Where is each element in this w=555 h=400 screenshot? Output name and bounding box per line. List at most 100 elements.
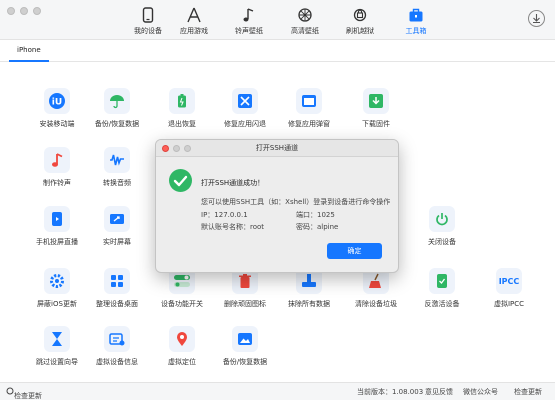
svg-text:iU: iU: [52, 98, 62, 108]
nav-ringtones[interactable]: 铃声壁纸: [219, 0, 279, 40]
ipcc-icon: IPCC: [496, 268, 522, 294]
user-row: 默认账号名称：root: [201, 222, 264, 232]
port-value: 1025: [317, 211, 335, 219]
minimize-window-button[interactable]: [20, 7, 28, 15]
status-left-label: 检查更新: [14, 392, 42, 400]
password-label: 密码：: [296, 223, 317, 231]
iu-logo-icon: iU: [44, 88, 70, 114]
dialog-close-button[interactable]: [162, 145, 169, 152]
download-icon: [533, 14, 540, 24]
tool-label: 虚拟IPCC: [493, 300, 525, 308]
phone-play-icon: [44, 206, 70, 232]
tool-item[interactable]: 虚拟定位: [147, 326, 217, 367]
ssh-dialog: 打开SSH通道 打开SSH通道成功！ 您可以使用SSH工具（如：Xshell）登…: [155, 139, 399, 273]
confirm-button[interactable]: 确定: [327, 243, 382, 259]
tool-item[interactable]: 整理设备桌面: [82, 268, 152, 309]
tab-iphone[interactable]: iPhone: [9, 40, 49, 62]
tool-label: 退出恢复: [168, 120, 196, 128]
nav-label: 工具箱: [405, 27, 427, 35]
power-icon: [429, 206, 455, 232]
tool-label: 虚拟设备信息: [96, 358, 138, 366]
tool-item[interactable]: 转换音频: [82, 147, 152, 188]
tool-item[interactable]: 抹除所有数据: [274, 268, 344, 309]
tool-label: 虚拟定位: [168, 358, 196, 366]
tool-label: 抹除所有数据: [288, 300, 330, 308]
dialog-instructions: 您可以使用SSH工具（如：Xshell）登录到设备进行命令操作: [201, 198, 391, 206]
ip-label: IP：: [201, 211, 215, 219]
download-icon: [363, 88, 389, 114]
tool-item[interactable]: 反激活设备: [407, 268, 477, 309]
password-value: alpine: [317, 223, 339, 231]
waveform-icon: [104, 147, 130, 173]
window-icon: [296, 88, 322, 114]
tool-item[interactable]: 备份/恢复数据: [210, 326, 280, 367]
battery-icon: [169, 88, 195, 114]
tool-label: 下载固件: [362, 120, 390, 128]
nav-toolbox[interactable]: 工具箱: [386, 0, 446, 40]
tool-label: 实时屏幕: [103, 238, 131, 246]
dialog-zoom-button: [184, 145, 191, 152]
tool-item[interactable]: 实时屏幕: [82, 206, 152, 247]
check-update-link[interactable]: 检查更新: [514, 387, 542, 397]
zoom-window-button[interactable]: [33, 7, 41, 15]
tool-item[interactable]: 修复应用闪退: [210, 88, 280, 129]
tool-item[interactable]: 设备功能开关: [147, 268, 217, 309]
app-window: 我的设备 应用游戏 铃声壁纸 高清壁纸 刷机越狱 工具箱 iPhone iU 安装…: [0, 0, 555, 400]
window-controls: [7, 7, 41, 15]
port-label: 端口：: [296, 211, 317, 219]
tool-item[interactable]: 退出恢复: [147, 88, 217, 129]
svg-text:IPCC: IPCC: [499, 277, 520, 286]
nav-apps-games[interactable]: 应用游戏: [164, 0, 224, 40]
tool-label: 备份/恢复数据: [94, 120, 140, 128]
tool-item[interactable]: 虚拟设备信息: [82, 326, 152, 367]
tool-item[interactable]: 备份/恢复数据: [82, 88, 152, 129]
tool-label: 修复应用闪退: [224, 120, 266, 128]
top-toolbar: 我的设备 应用游戏 铃声壁纸 高清壁纸 刷机越狱 工具箱: [0, 0, 555, 40]
user-label: 默认账号名称：: [201, 223, 250, 231]
music-note-icon: [44, 147, 70, 173]
settings-icon: [6, 387, 14, 395]
success-check-icon: [169, 169, 192, 192]
tool-label: 删除顽固图标: [224, 300, 266, 308]
dialog-headline: 打开SSH通道成功！: [201, 179, 265, 187]
location-pin-icon: [169, 326, 195, 352]
tool-label: 清除设备垃圾: [355, 300, 397, 308]
close-window-button[interactable]: [7, 7, 15, 15]
umbrella-icon: [104, 88, 130, 114]
tool-label: 备份/恢复数据: [222, 358, 268, 366]
download-manager-button[interactable]: [528, 10, 545, 27]
user-value: root: [250, 223, 265, 231]
dialog-window-controls: [162, 145, 191, 152]
apps-icon: [187, 7, 201, 23]
repair-icon: [232, 88, 258, 114]
tool-item[interactable]: 关闭设备: [407, 206, 477, 247]
toolbox-icon: [409, 8, 423, 22]
tool-item[interactable]: 清除设备垃圾: [341, 268, 411, 309]
tool-label: 整理设备桌面: [96, 300, 138, 308]
dialog-title: 打开SSH通道: [156, 140, 398, 157]
feedback-link[interactable]: 意见反馈: [425, 387, 453, 397]
grid-icon: [104, 268, 130, 294]
tool-label: 关闭设备: [428, 238, 456, 246]
status-left[interactable]: 检查更新: [6, 387, 42, 400]
tool-item[interactable]: IPCC 虚拟IPCC: [474, 268, 544, 309]
ip-value: 127.0.0.1: [214, 211, 248, 219]
device-info-icon: [104, 326, 130, 352]
phone-check-icon: [429, 268, 455, 294]
tool-item[interactable]: 删除顽固图标: [210, 268, 280, 309]
share-screen-icon: [104, 206, 130, 232]
version-label: 当前版本：1.08.003: [357, 388, 424, 396]
wechat-link[interactable]: 微信公众号: [463, 387, 498, 397]
nav-label: 高清壁纸: [291, 27, 319, 35]
nav-label: 铃声壁纸: [235, 27, 263, 35]
tool-item[interactable]: 下载固件: [341, 88, 411, 129]
tool-item[interactable]: 修复应用弹窗: [274, 88, 344, 129]
status-bar: 检查更新 当前版本：1.08.003 意见反馈 微信公众号 检查更新: [0, 382, 555, 400]
photo-icon: [232, 326, 258, 352]
flash-icon: [353, 8, 367, 22]
tool-label: 反激活设备: [424, 300, 460, 308]
music-icon: [243, 8, 254, 22]
nav-flash-jailbreak[interactable]: 刷机越狱: [330, 0, 390, 40]
nav-wallpapers[interactable]: 高清壁纸: [275, 0, 335, 40]
tool-label: 设备功能开关: [161, 300, 203, 308]
